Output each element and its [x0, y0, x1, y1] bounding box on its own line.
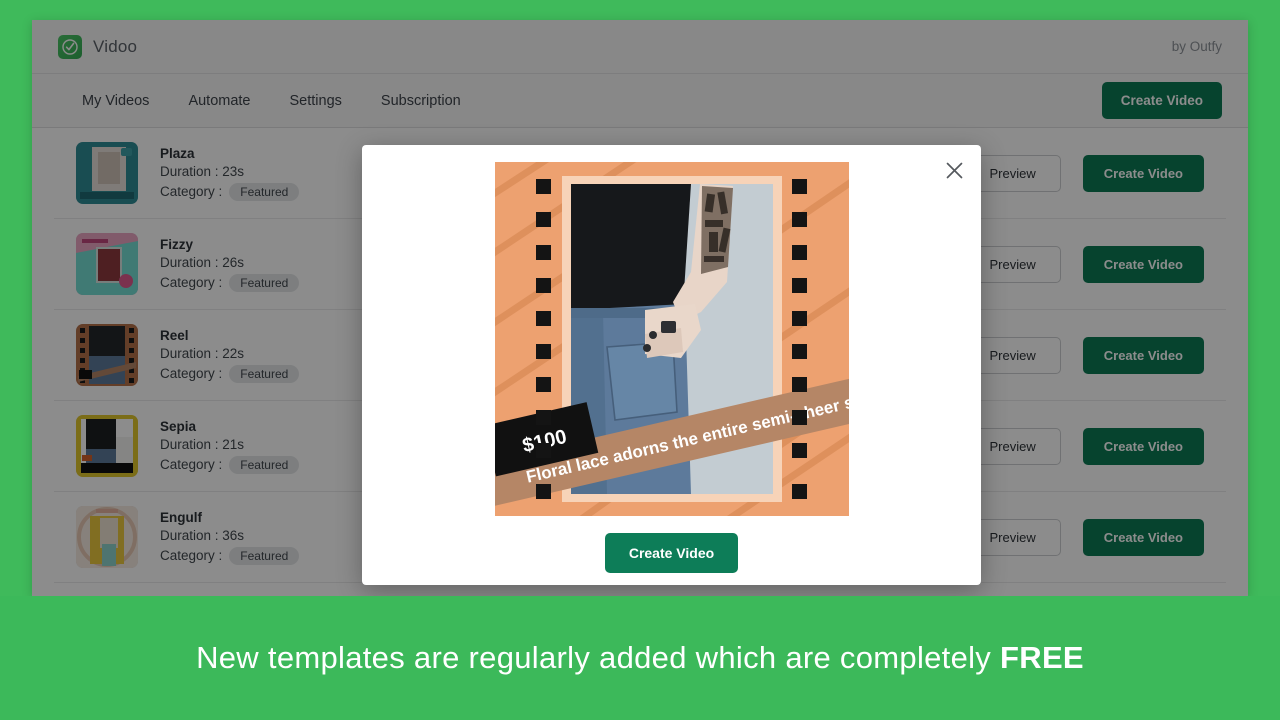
caption-banner-text: New templates are regularly added which …	[196, 640, 1084, 676]
caption-banner: New templates are regularly added which …	[0, 596, 1280, 720]
create-video-button-modal[interactable]: Create Video	[604, 533, 739, 573]
preview-modal: Floral lace adorns the entire semi-sheer…	[362, 145, 981, 585]
close-icon[interactable]	[939, 155, 969, 185]
template-preview-image: Floral lace adorns the entire semi-sheer…	[494, 162, 849, 516]
modal-body: Floral lace adorns the entire semi-sheer…	[362, 145, 981, 573]
app-window: Vidoo by Outfy My Videos Automate Settin…	[32, 20, 1248, 596]
page-background: Vidoo by Outfy My Videos Automate Settin…	[0, 0, 1280, 720]
caption-text-normal: New templates are regularly added which …	[196, 640, 1001, 675]
caption-text-bold: FREE	[1000, 640, 1084, 675]
